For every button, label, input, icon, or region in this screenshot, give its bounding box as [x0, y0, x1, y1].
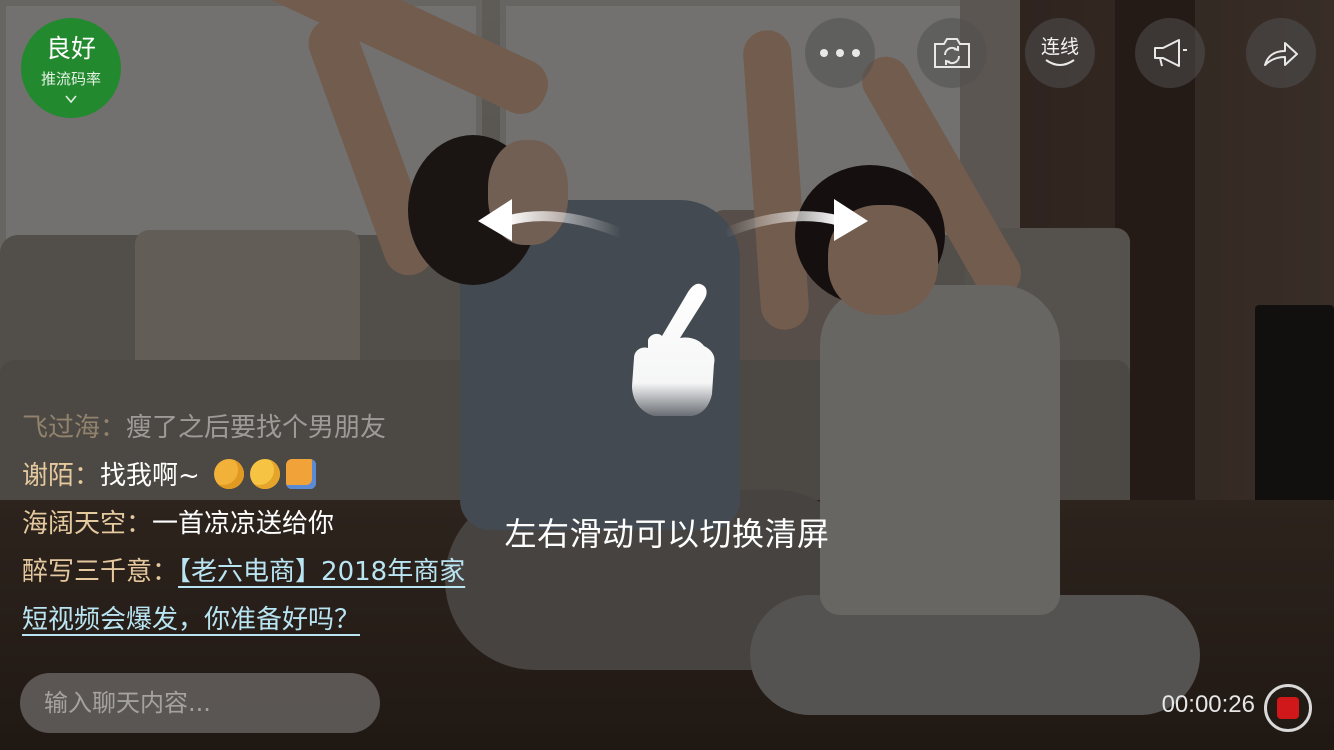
chat-link[interactable]: 【老六电商】2018年商家	[178, 557, 465, 587]
camera-switch-icon	[934, 38, 970, 68]
record-stop-icon	[1277, 697, 1299, 719]
swipe-right-arrow-icon	[720, 199, 868, 241]
chat-input[interactable]	[20, 673, 380, 733]
more-button[interactable]	[805, 18, 875, 88]
chat-username[interactable]: 醉写三千意	[22, 557, 152, 587]
chat-separator: ：	[152, 557, 179, 587]
share-button[interactable]	[1246, 18, 1316, 88]
chat-username[interactable]: 飞过海	[22, 413, 100, 443]
bitrate-status: 良好	[45, 34, 96, 63]
chat-message: 飞过海：瘦了之后要找个男朋友	[22, 410, 622, 458]
chat-message: 谢陌：找我啊~	[22, 458, 622, 506]
link-mic-button[interactable]: 连线	[1025, 18, 1095, 88]
share-icon	[1264, 42, 1298, 66]
chat-text: 一首凉凉送给你	[152, 509, 335, 539]
more-icon	[820, 49, 860, 57]
kiss-emoji-icon	[214, 459, 245, 489]
chat-text: 找我啊~	[100, 461, 200, 491]
chat-text: 瘦了之后要找个男朋友	[126, 413, 387, 443]
switch-camera-button[interactable]	[917, 18, 987, 88]
record-button[interactable]	[1264, 684, 1312, 732]
link-mic-icon	[1045, 59, 1075, 66]
bitrate-status-badge[interactable]: 良好 推流码率	[21, 18, 121, 118]
chat-message: 醉写三千意：【老六电商】2018年商家	[22, 554, 622, 602]
family-emoji-icon	[286, 459, 317, 489]
megaphone-icon	[1154, 39, 1187, 67]
chat-username[interactable]: 海阔天空	[22, 509, 126, 539]
recording-timer: 00:00:26	[1161, 691, 1255, 718]
bitrate-label: 推流码率	[40, 70, 101, 88]
chat-separator: ：	[126, 509, 153, 539]
chat-separator: ：	[74, 461, 101, 491]
chat-link[interactable]: 短视频会爆发，你准备好吗？	[22, 605, 360, 635]
swipe-left-arrow-icon	[478, 199, 626, 241]
hand-pointer-icon	[632, 283, 715, 416]
chat-message-continuation: 短视频会爆发，你准备好吗？	[22, 602, 622, 650]
chat-separator: ：	[100, 413, 127, 443]
chat-message: 海阔天空：一首凉凉送给你	[22, 506, 622, 554]
chevron-down-icon	[65, 95, 77, 104]
announcement-button[interactable]	[1135, 18, 1205, 88]
chat-username[interactable]: 谢陌	[22, 461, 74, 491]
tongue-emoji-icon	[250, 459, 281, 489]
link-mic-label: 连线	[1040, 36, 1079, 58]
chat-message-list: 飞过海：瘦了之后要找个男朋友 谢陌：找我啊~ 海阔天空：一首凉凉送给你 醉写三千…	[22, 410, 622, 650]
